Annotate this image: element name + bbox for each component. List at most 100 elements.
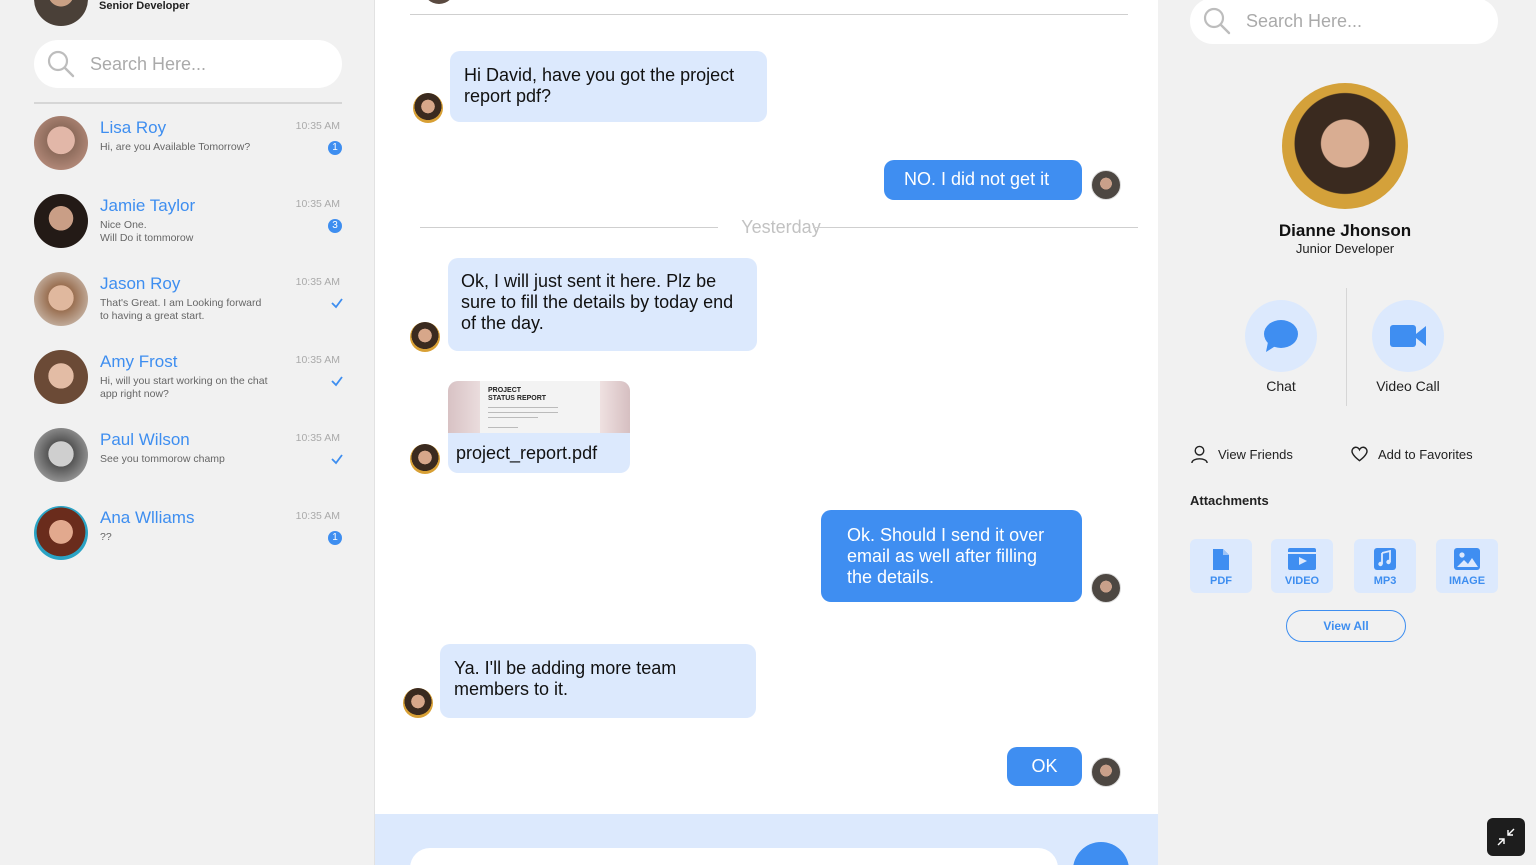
attachments-heading: Attachments xyxy=(1190,493,1269,508)
attachment-type-label: PDF xyxy=(1210,575,1232,587)
contact-item-lisa-roy[interactable]: Lisa Roy Hi, are you Available Tomorrow?… xyxy=(34,112,350,172)
panel-search[interactable] xyxy=(1190,0,1498,44)
collapse-button[interactable] xyxy=(1487,818,1525,856)
contact-name: Jamie Taylor xyxy=(100,196,196,215)
sender-avatar xyxy=(413,93,443,123)
attachment-type-label: IMAGE xyxy=(1448,575,1486,587)
collapse-icon xyxy=(1497,828,1515,846)
chat-action-label: Chat xyxy=(1266,378,1296,394)
search-icon xyxy=(47,50,75,78)
incoming-message: Hi David, have you got the project repor… xyxy=(450,51,767,122)
my-avatar xyxy=(1091,757,1121,787)
avatar xyxy=(34,506,88,560)
attachment-type-video[interactable]: VIDEO xyxy=(1271,539,1333,593)
panel-search-input[interactable] xyxy=(1246,10,1466,32)
unread-badge: 1 xyxy=(328,141,342,155)
avatar xyxy=(34,428,88,482)
profile-role: Junior Developer xyxy=(1295,241,1395,256)
outgoing-message: Ok. Should I send it over email as well … xyxy=(821,510,1082,602)
contact-last-message: ?? xyxy=(100,531,112,543)
sender-avatar xyxy=(403,688,433,718)
contact-item-amy-frost[interactable]: Amy Frost Hi, will you start working on … xyxy=(34,346,350,406)
contact-time: 10:35 AM xyxy=(295,432,340,444)
message-composer xyxy=(375,814,1158,865)
contact-name: Paul Wilson xyxy=(100,430,190,449)
my-avatar xyxy=(1091,573,1121,603)
contact-time: 10:35 AM xyxy=(295,354,340,366)
attachment-type-pdf[interactable]: PDF xyxy=(1190,539,1252,593)
file-preview-title: PROJECT STATUS REPORT xyxy=(488,387,547,402)
contact-item-paul-wilson[interactable]: Paul Wilson See you tommorow champ 10:35… xyxy=(34,424,350,484)
incoming-message: Ya. I'll be adding more team members to … xyxy=(440,644,756,718)
chat-bubble-icon xyxy=(1264,320,1298,352)
view-all-button[interactable]: View All xyxy=(1286,610,1406,642)
heart-icon xyxy=(1351,446,1368,462)
check-icon xyxy=(331,454,343,465)
avatar xyxy=(423,0,455,4)
date-separator: Yesterday xyxy=(420,216,1138,238)
avatar xyxy=(34,272,88,326)
contact-name: Jason Roy xyxy=(100,274,181,293)
attachment-type-label: VIDEO xyxy=(1284,575,1320,587)
contact-name: Amy Frost xyxy=(100,352,178,371)
conversation-sidebar: Senior Developer Lisa Roy Hi, are you Av… xyxy=(0,0,375,865)
contact-last-message: Hi, are you Available Tomorrow? xyxy=(100,141,251,153)
image-file-icon xyxy=(1454,548,1480,570)
attachment-type-mp3[interactable]: MP3 xyxy=(1354,539,1416,593)
contact-time: 10:35 AM xyxy=(295,198,340,210)
file-attachment[interactable]: PROJECT STATUS REPORT project_report.pdf xyxy=(448,381,630,473)
incoming-message: Ok, I will just sent it here. Plz be sur… xyxy=(448,258,757,351)
contact-last-message: Hi, will you start working on the chat a… xyxy=(100,375,268,400)
check-icon xyxy=(331,376,343,387)
video-camera-icon xyxy=(1390,325,1426,347)
contact-item-jamie-taylor[interactable]: Jamie Taylor Nice One. Will Do it tommor… xyxy=(34,190,350,250)
contact-time: 10:35 AM xyxy=(295,120,340,132)
file-name: project_report.pdf xyxy=(456,443,598,463)
check-icon xyxy=(331,298,343,309)
contact-last-message: See you tommorow champ xyxy=(100,453,225,465)
unread-badge: 1 xyxy=(328,531,342,545)
pdf-file-icon xyxy=(1213,549,1229,570)
file-preview: PROJECT STATUS REPORT xyxy=(448,381,630,433)
contact-time: 10:35 AM xyxy=(295,276,340,288)
video-call-button[interactable]: Video Call xyxy=(1363,300,1453,394)
contact-name: Lisa Roy xyxy=(100,118,167,137)
attachment-type-image[interactable]: IMAGE xyxy=(1436,539,1498,593)
view-friends-label: View Friends xyxy=(1218,447,1293,462)
profile-name: Dianne Jhonson xyxy=(1278,221,1412,240)
profile-panel: Dianne Jhonson Junior Developer Chat Vid… xyxy=(1158,0,1536,865)
video-call-label: Video Call xyxy=(1376,378,1440,394)
contact-item-ana-williams[interactable]: Ana Wlliams ?? 10:35 AM 1 xyxy=(34,502,350,562)
send-button[interactable] xyxy=(1073,842,1129,865)
contact-last-message: Nice One. Will Do it tommorow xyxy=(100,219,194,244)
my-avatar xyxy=(1091,170,1121,200)
divider xyxy=(1346,288,1347,406)
search-icon xyxy=(1203,7,1231,35)
add-favorites-label: Add to Favorites xyxy=(1378,446,1473,462)
sidebar-search-input[interactable] xyxy=(90,53,310,75)
divider xyxy=(813,227,1138,228)
contact-name: Ana Wlliams xyxy=(100,508,195,527)
contact-item-jason-roy[interactable]: Jason Roy That's Great. I am Looking for… xyxy=(34,268,350,328)
unread-badge: 3 xyxy=(328,219,342,233)
avatar xyxy=(34,350,88,404)
sidebar-divider xyxy=(34,102,342,104)
contact-last-message: That's Great. I am Looking forward to ha… xyxy=(100,297,262,322)
attachment-type-label: MP3 xyxy=(1373,575,1397,587)
sidebar-search[interactable] xyxy=(34,40,342,88)
sender-avatar xyxy=(410,444,440,474)
music-file-icon xyxy=(1374,548,1396,570)
current-user-avatar[interactable] xyxy=(34,0,88,26)
outgoing-message: NO. I did not get it xyxy=(884,160,1082,200)
chat-window: Hi David, have you got the project repor… xyxy=(375,0,1158,865)
divider xyxy=(410,14,1128,15)
message-input[interactable] xyxy=(410,848,1058,865)
current-user-role: Senior Developer xyxy=(99,0,190,12)
user-icon xyxy=(1191,445,1208,464)
view-friends-link[interactable]: View Friends xyxy=(1190,445,1293,464)
contact-time: 10:35 AM xyxy=(295,510,340,522)
add-favorites-link[interactable]: Add to Favorites xyxy=(1350,445,1473,463)
sender-avatar xyxy=(410,322,440,352)
chat-action-button[interactable]: Chat xyxy=(1236,300,1326,394)
divider xyxy=(420,227,718,228)
